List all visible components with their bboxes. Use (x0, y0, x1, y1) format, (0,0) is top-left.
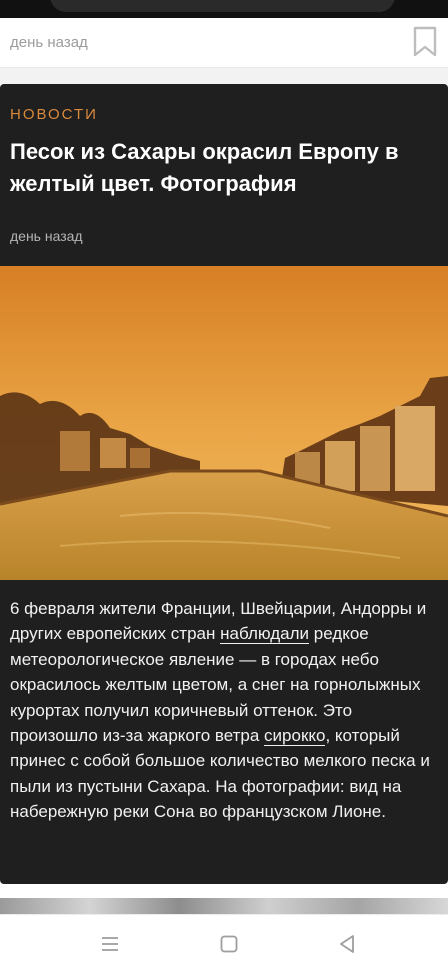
link-observed[interactable]: наблюдали (220, 624, 310, 645)
previous-card-time: день назад (10, 34, 88, 51)
system-navigation-bar (0, 914, 448, 970)
next-card-image[interactable] (0, 898, 448, 914)
previous-card-footer[interactable]: день назад (0, 18, 448, 68)
previous-card-media (50, 0, 395, 12)
home-icon[interactable] (218, 933, 240, 955)
menu-icon[interactable] (99, 933, 121, 955)
category-label[interactable]: НОВОСТИ (10, 106, 98, 123)
article-photo[interactable] (0, 266, 448, 580)
article-time: день назад (10, 228, 83, 244)
feed-divider (0, 68, 448, 84)
link-sirocco[interactable]: сирокко (264, 726, 326, 747)
screen: день назад НОВОСТИ Песок из Сахары окрас… (0, 0, 448, 970)
article-title[interactable]: Песок из Сахары окрасил Европу в желтый … (10, 136, 438, 200)
back-icon[interactable] (336, 933, 358, 955)
bookmark-icon[interactable] (412, 26, 438, 58)
previous-card-image (0, 0, 448, 18)
article-body: 6 февраля жители Франции, Швейцарии, Анд… (10, 596, 440, 825)
feed-divider-2 (0, 884, 448, 898)
news-card[interactable]: НОВОСТИ Песок из Сахары окрасил Европу в… (0, 84, 448, 884)
